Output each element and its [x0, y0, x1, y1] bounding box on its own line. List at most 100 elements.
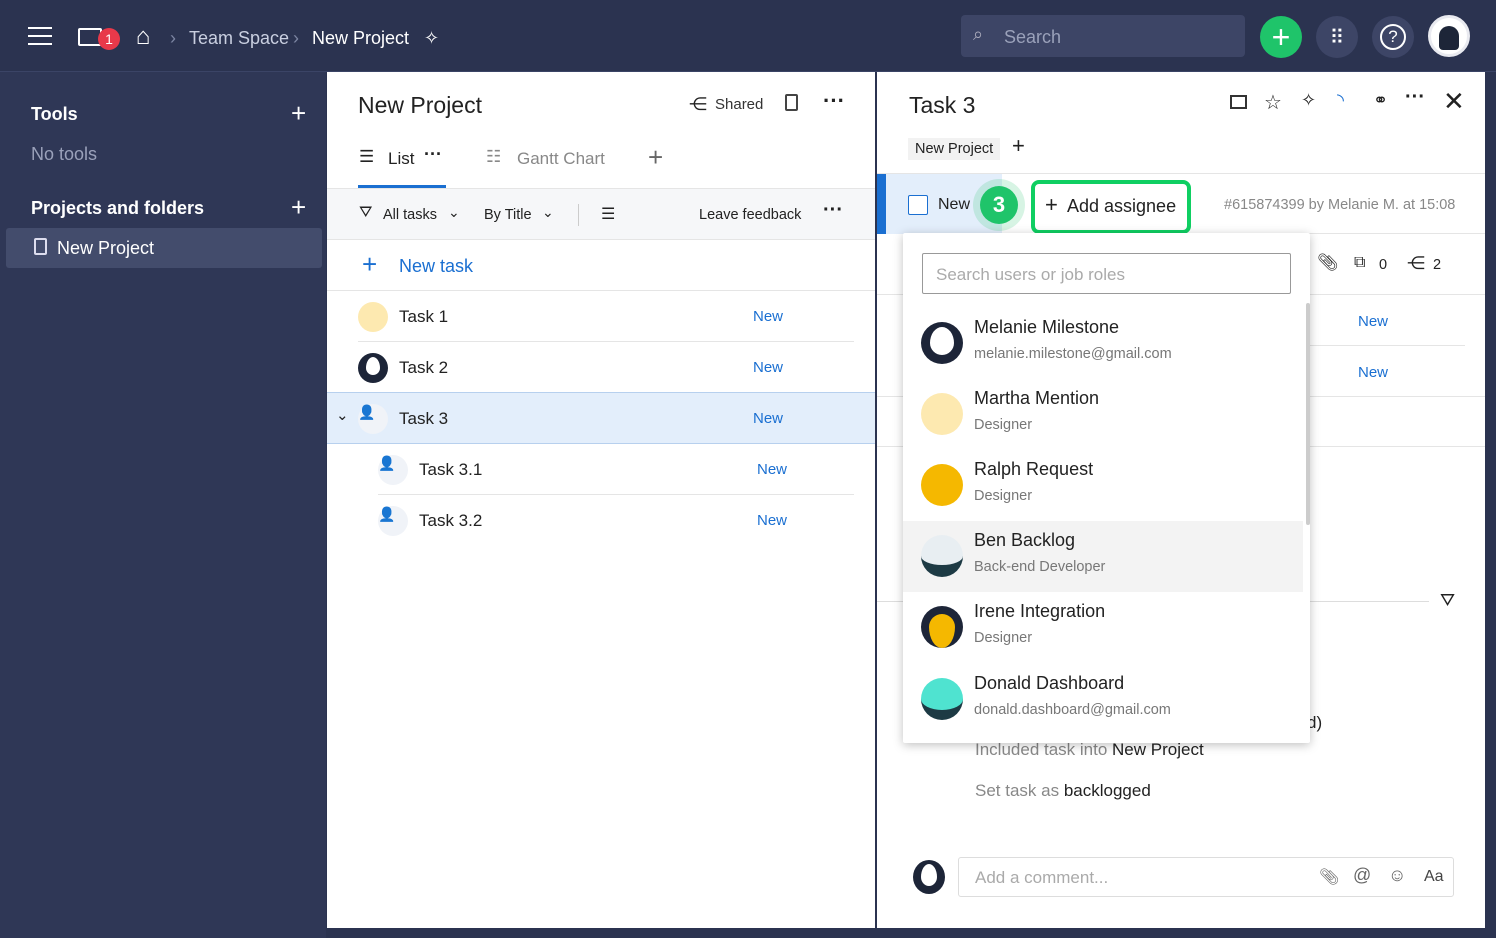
subtasks-icon[interactable]: ⧉ [1354, 254, 1365, 272]
user-name: Melanie Milestone [974, 317, 1120, 337]
search-icon: ⌕ [973, 24, 984, 44]
breadcrumb-new-project[interactable]: New Project [312, 28, 409, 49]
attachment-icon[interactable]: 📎︎ [1317, 253, 1339, 273]
user-option[interactable]: Ralph Request Designer [903, 450, 1303, 521]
status-badge[interactable]: New [753, 359, 783, 376]
sort-by-title[interactable]: By Title [484, 207, 532, 223]
add-assignee-button[interactable]: + Add assignee [1031, 180, 1191, 234]
user-detail: Back-end Developer [974, 559, 1106, 575]
user-detail: Designer [974, 488, 1033, 504]
chevron-down-icon[interactable]: ⌄ [448, 204, 460, 221]
divider [578, 204, 579, 226]
chevron-down-icon[interactable]: ⌄ [542, 204, 554, 221]
avatar [921, 535, 963, 577]
filter-icon[interactable]: ⛛ [1440, 590, 1455, 611]
add-tool-button[interactable]: + [291, 98, 306, 129]
table-row[interactable]: 👤 Task 3.2 New [327, 495, 875, 546]
status-badge[interactable]: New [757, 461, 787, 478]
user-option[interactable]: Irene Integration Designer [903, 592, 1303, 663]
share-icon[interactable]: ⋲ [689, 94, 707, 115]
home-icon[interactable]: ⌂ [130, 23, 156, 50]
star-icon[interactable]: ☆ [1264, 90, 1282, 115]
task-title: Task 1 [399, 307, 449, 326]
avatar [921, 322, 963, 364]
top-bar: 1 ⌂ › Team Space › New Project ✧ ⌕ Searc… [0, 0, 1496, 72]
more-icon[interactable]: ··· [823, 88, 845, 114]
shares-count: 2 [1433, 257, 1442, 273]
leave-feedback-link[interactable]: Leave feedback [699, 207, 801, 223]
attachment-icon[interactable]: 📎︎ [1319, 867, 1339, 887]
pin-icon[interactable]: ✧ [424, 28, 439, 49]
add-button[interactable]: + [1260, 16, 1302, 58]
activity-value: backlogged [1063, 781, 1151, 800]
new-task-row[interactable]: + New task [327, 240, 875, 291]
table-row[interactable]: 👤 Task 3.1 New [327, 444, 875, 495]
apps-icon[interactable]: ⠿ [1316, 16, 1358, 58]
add-view-button[interactable]: + [648, 142, 663, 173]
shared-label[interactable]: Shared [715, 96, 763, 113]
search-input[interactable]: ⌕ Search [961, 15, 1245, 57]
user-option-hovered[interactable]: Ben Backlog Back-end Developer [903, 521, 1303, 592]
menu-icon[interactable] [28, 27, 52, 45]
chevron-down-icon[interactable]: ⌄ [336, 406, 349, 424]
tab-list[interactable]: ☰ List ··· [358, 144, 446, 188]
window-icon[interactable] [1230, 95, 1247, 109]
user-detail: Designer [974, 417, 1033, 433]
pin-icon[interactable]: ✧ [1301, 90, 1316, 111]
search-users-input[interactable]: Search users or job roles [922, 253, 1291, 294]
status-label[interactable]: New [938, 196, 970, 214]
table-row[interactable]: Task 2 New [327, 342, 875, 393]
emoji-icon[interactable]: ☺ [1388, 865, 1406, 886]
tab-more-icon[interactable]: ··· [424, 144, 442, 165]
sidebar-item-new-project[interactable]: New Project [6, 228, 322, 268]
subtasks-count: 0 [1379, 257, 1388, 273]
filter-bar: ⛛ All tasks ⌄ By Title ⌄ ☰ Leave feedbac… [327, 188, 875, 240]
subtask-status[interactable]: New [1358, 313, 1388, 330]
table-row-selected[interactable]: ⌄ 👤 Task 3 New [327, 392, 875, 444]
status-badge[interactable]: New [753, 308, 783, 325]
mention-icon[interactable]: @ [1353, 865, 1371, 886]
status-badge[interactable]: New [753, 410, 783, 427]
filter-icon: ⛛ [359, 204, 373, 221]
add-project-tag-button[interactable]: + [1012, 133, 1025, 159]
link-icon[interactable]: ⚭ [1373, 90, 1388, 111]
user-avatar[interactable] [1428, 15, 1470, 57]
rss-icon[interactable]: ◝ [1337, 90, 1344, 111]
user-option[interactable]: Donald Dashboard donald.dashboard@gmail.c… [903, 664, 1303, 735]
plus-icon: + [1045, 192, 1058, 217]
comment-input[interactable]: Add a comment... 📎︎ @ ☺ Aa [958, 857, 1454, 897]
no-tools-text: No tools [31, 144, 98, 164]
divider [1297, 345, 1465, 346]
scrollbar[interactable] [1306, 303, 1310, 525]
task-title: Task 3.2 [419, 511, 483, 530]
complete-checkbox[interactable] [908, 195, 928, 215]
assign-user-icon[interactable]: 👤 [358, 404, 388, 434]
avatar [921, 678, 963, 720]
breadcrumb-team-space[interactable]: Team Space [189, 28, 289, 49]
task-meta: #615874399 by Melanie M. at 15:08 [1224, 197, 1456, 213]
checklist-icon[interactable]: ☰ [601, 204, 615, 224]
avatar [358, 302, 388, 332]
all-tasks-filter[interactable]: All tasks [383, 207, 437, 223]
project-tag[interactable]: New Project [908, 138, 1001, 160]
assign-user-icon[interactable]: 👤 [378, 506, 408, 536]
task-title[interactable]: Task 3 [909, 92, 975, 119]
help-icon[interactable]: ? [1372, 16, 1414, 58]
assign-user-icon[interactable]: 👤 [378, 455, 408, 485]
more-icon[interactable]: ··· [823, 199, 843, 222]
share-icon[interactable]: ⋲ [1407, 253, 1425, 274]
user-name: Irene Integration [974, 601, 1106, 621]
user-option[interactable]: Melanie Milestone melanie.milestone@gmail… [903, 308, 1303, 379]
user-option[interactable]: Martha Mention Designer [903, 379, 1303, 450]
status-badge[interactable]: New [757, 512, 787, 529]
format-button[interactable]: Aa [1424, 868, 1444, 886]
project-title: New Project [358, 92, 482, 118]
clipboard-icon[interactable] [785, 94, 798, 111]
add-project-button[interactable]: + [291, 192, 306, 223]
plus-icon: + [362, 249, 378, 279]
table-row[interactable]: Task 1 New [327, 291, 875, 342]
subtask-status[interactable]: New [1358, 364, 1388, 381]
task-title: Task 2 [399, 358, 449, 377]
more-icon[interactable]: ··· [1405, 86, 1425, 109]
close-icon[interactable]: ✕ [1443, 86, 1465, 117]
